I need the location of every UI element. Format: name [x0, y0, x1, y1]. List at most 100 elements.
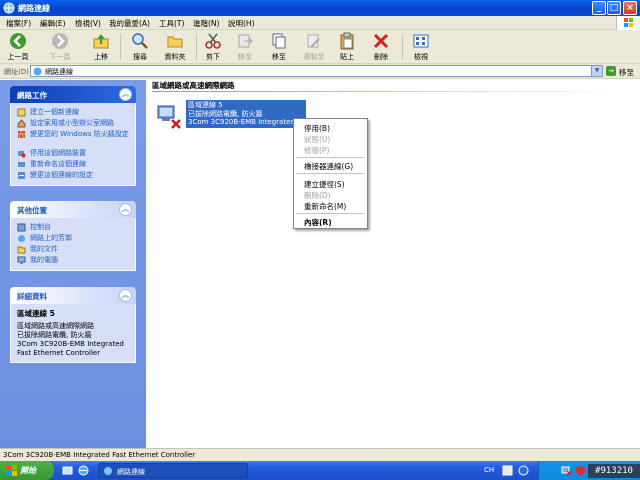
place-my-documents[interactable]: 我的文件: [17, 244, 129, 255]
menu-separator: [296, 213, 365, 214]
toolbar-separator: [120, 34, 121, 60]
menu-file[interactable]: 檔案(F): [6, 18, 31, 29]
help-icon[interactable]: [518, 465, 529, 476]
my-documents-icon: [17, 246, 26, 254]
details-status: 已拔除網路電纜, 防火牆: [17, 331, 92, 339]
menu-create-shortcut[interactable]: 建立捷徑(S): [304, 179, 345, 190]
details-device: 3Com 3C920B-EMB Integrated Fast Ethernet…: [17, 340, 124, 357]
control-panel-icon: [17, 223, 26, 232]
windows-flag-icon: [6, 465, 17, 476]
task-home-network[interactable]: 設定家用或小型辦公室網路: [17, 118, 129, 129]
menu-status[interactable]: 狀態(U): [304, 134, 330, 145]
home-network-icon: [17, 119, 26, 128]
collapse-chevron-icon[interactable]: ︽: [119, 289, 132, 302]
task-change-settings[interactable]: 變更這個連線的設定: [17, 170, 129, 181]
address-bar: 網址(D) 網路連線 ▼ → 移至: [0, 64, 640, 79]
details-type: 區域網路或高速網際網路: [17, 322, 94, 330]
back-button[interactable]: 上一頁: [4, 32, 32, 62]
menu-view[interactable]: 檢視(V): [75, 18, 101, 29]
folders-button[interactable]: 資料夾: [160, 32, 190, 62]
ime-icon[interactable]: [502, 465, 513, 476]
go-arrow-icon: →: [606, 66, 616, 76]
language-indicator[interactable]: CH: [484, 466, 494, 474]
menu-help[interactable]: 說明(H): [228, 18, 255, 29]
network-tasks-panel: 網路工作 ︽ 建立一個新連線 設定家用或小型辦公室網路 變更您的 Windows…: [10, 86, 136, 186]
new-connection-icon: [17, 108, 26, 117]
menu-advanced[interactable]: 進階(N): [193, 18, 219, 29]
internet-explorer-icon[interactable]: [78, 465, 89, 476]
clipboard-icon: [340, 32, 354, 50]
firewall-icon: [18, 131, 25, 138]
details-panel: 詳細資料 ︽ 區域連線 5 區域網路或高速網際網路 已拔除網路電纜, 防火牆 3…: [10, 287, 136, 363]
windows-logo-icon: [616, 16, 640, 30]
network-tray-icon[interactable]: [561, 465, 572, 476]
task-disable-device[interactable]: 停用這個網路裝置: [17, 148, 129, 159]
menu-bridge[interactable]: 橋接器連線(G): [304, 161, 353, 172]
connection-status: 已拔除網路電纜, 防火牆: [188, 109, 263, 118]
go-button[interactable]: → 移至: [606, 65, 638, 77]
search-button[interactable]: 搜尋: [126, 32, 154, 62]
menu-disable[interactable]: 停用(B): [304, 123, 330, 134]
forward-button[interactable]: 下一頁: [46, 32, 74, 62]
menu-properties[interactable]: 內容(R): [304, 217, 332, 228]
task-firewall-settings[interactable]: 變更您的 Windows 防火牆設定: [17, 129, 129, 148]
lan-connection-icon[interactable]: [154, 100, 184, 130]
task-pane: 網路工作 ︽ 建立一個新連線 設定家用或小型辦公室網路 變更您的 Windows…: [0, 80, 146, 448]
task-rename-connection[interactable]: 重新命名這個連線: [17, 159, 129, 170]
delete-button[interactable]: 刪除: [368, 32, 394, 62]
collapse-chevron-icon[interactable]: ︽: [119, 88, 132, 101]
menu-tools[interactable]: 工具(T): [159, 18, 184, 29]
minimize-button[interactable]: _: [592, 1, 606, 15]
connection-item-label[interactable]: 區域連線 5 已拔除網路電纜, 防火牆 3Com 3C920B-EMB Inte…: [186, 100, 306, 128]
delete-x-icon: [373, 33, 389, 49]
start-button[interactable]: 開始: [0, 461, 54, 480]
title-bar[interactable]: 網路連線 _ □ ×: [0, 0, 640, 16]
collapse-chevron-icon[interactable]: ︽: [119, 203, 132, 216]
details-name: 區域連線 5: [17, 309, 55, 318]
scissors-icon: [205, 33, 221, 49]
address-dropdown-icon[interactable]: ▼: [591, 66, 602, 76]
folder-up-icon: [93, 34, 109, 49]
content-area[interactable]: 區域網路或高速網際網路 區域連線 5 已拔除網路電纜, 防火牆 3Com 3C9…: [146, 80, 640, 448]
toolbar-separator: [402, 34, 403, 60]
up-button[interactable]: 上移: [88, 32, 114, 62]
rename-icon: [18, 162, 25, 167]
toolbar-separator: [196, 34, 197, 60]
copy-button[interactable]: 複製至: [298, 32, 330, 62]
place-control-panel[interactable]: 控制台: [17, 222, 129, 233]
network-connections-icon: [104, 467, 112, 475]
copy-to-button[interactable]: 移至: [266, 32, 292, 62]
other-places-header[interactable]: 其他位置 ︽: [10, 201, 136, 218]
group-divider: [152, 91, 630, 92]
move-to-icon: [238, 34, 253, 48]
close-button[interactable]: ×: [623, 1, 637, 15]
details-header[interactable]: 詳細資料 ︽: [10, 287, 136, 304]
connection-name: 區域連線 5: [188, 101, 223, 109]
copy-to-icon: [307, 34, 320, 48]
network-tasks-header[interactable]: 網路工作 ︽: [10, 86, 136, 103]
my-computer-icon: [17, 256, 26, 264]
move-to-button[interactable]: 移至: [232, 32, 258, 62]
place-my-computer[interactable]: 我的電腦: [17, 255, 129, 266]
taskbar-item-network-connections[interactable]: 網路連線: [98, 463, 248, 478]
paste-button[interactable]: 貼上: [334, 32, 360, 62]
show-desktop-icon[interactable]: [62, 465, 73, 476]
maximize-button[interactable]: □: [607, 1, 621, 15]
back-arrow-icon: [10, 33, 26, 49]
menu-edit[interactable]: 編輯(E): [40, 18, 66, 29]
address-label: 網址(D): [4, 68, 29, 76]
menu-favorites[interactable]: 我的最愛(A): [109, 18, 150, 29]
address-input[interactable]: 網路連線 ▼: [30, 65, 603, 77]
cut-button[interactable]: 剪下: [200, 32, 226, 62]
network-folder-icon: [33, 67, 42, 76]
place-network-neighborhood[interactable]: 網路上的芳鄰: [17, 233, 129, 244]
shield-icon[interactable]: [575, 465, 586, 476]
copy-icon: [272, 33, 286, 49]
menu-rename[interactable]: 重新命名(M): [304, 201, 346, 212]
task-create-connection[interactable]: 建立一個新連線: [17, 107, 129, 118]
menu-delete[interactable]: 刪除(D): [304, 190, 331, 201]
group-title: 區域網路或高速網際網路: [152, 81, 235, 90]
context-menu: 停用(B) 狀態(U) 修復(P) 橋接器連線(G) 建立捷徑(S) 刪除(D)…: [293, 118, 368, 229]
views-button[interactable]: 檢視: [406, 32, 436, 62]
menu-repair[interactable]: 修復(P): [304, 145, 329, 156]
